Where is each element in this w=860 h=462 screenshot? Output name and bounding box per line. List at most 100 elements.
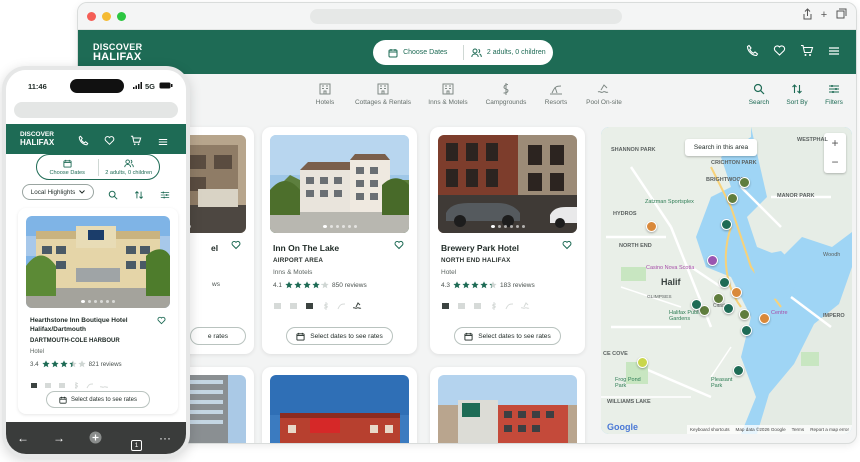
resort-amenity-icon xyxy=(505,297,514,310)
map-pin-icon[interactable] xyxy=(759,313,770,324)
menu-icon[interactable] xyxy=(828,44,842,58)
category-pool-onsite[interactable]: Pool On-site xyxy=(564,83,644,106)
tab-count: 1 xyxy=(131,440,142,451)
tab-overview-icon[interactable] xyxy=(834,8,848,22)
search-tool-button[interactable]: Search xyxy=(739,83,779,106)
map-pin-icon[interactable] xyxy=(691,299,702,310)
review-count[interactable]: 850 reviews xyxy=(332,282,367,289)
tab-count-button[interactable]: 1 xyxy=(124,431,142,451)
listing-photo[interactable] xyxy=(26,216,170,308)
select-dates-button-partial[interactable]: e rates xyxy=(190,327,246,345)
menu-icon[interactable] xyxy=(158,134,168,152)
heart-icon[interactable] xyxy=(157,316,166,325)
discover-halifax-logo[interactable]: DISCOVER HALIFAX xyxy=(93,42,142,63)
close-window-button[interactable] xyxy=(87,12,96,21)
new-tab-icon[interactable] xyxy=(88,431,102,445)
map-pin-icon[interactable] xyxy=(721,219,732,230)
battery-icon xyxy=(159,82,173,91)
dynamic-island xyxy=(70,79,124,93)
forward-arrow-icon[interactable]: → xyxy=(52,431,66,445)
cottage-amenity-icon xyxy=(457,297,466,309)
more-options-icon[interactable]: ··· xyxy=(158,431,172,445)
back-arrow-icon[interactable]: ← xyxy=(16,431,30,445)
phone-listing-card[interactable]: Hearthstone Inn Boutique Hotel Halifax/D… xyxy=(18,208,178,414)
map-pin-icon[interactable] xyxy=(719,277,730,288)
select-dates-button[interactable]: Select dates to see rates xyxy=(46,391,150,408)
select-dates-button[interactable]: Select dates to see rates xyxy=(286,327,393,345)
map-pin-icon[interactable] xyxy=(707,255,718,266)
choose-dates-button[interactable]: Choose Dates xyxy=(373,40,463,65)
listing-photo[interactable] xyxy=(270,135,409,233)
cart-icon[interactable] xyxy=(800,44,814,58)
listing-title[interactable]: Hearthstone Inn Boutique Hotel Halifax/D… xyxy=(30,316,154,334)
photo-carousel-dots[interactable] xyxy=(270,225,409,228)
map-label: NORTH END xyxy=(619,243,652,249)
sort-by-button[interactable]: Sort By xyxy=(777,83,817,106)
listing-rating: 3.4 821 reviews xyxy=(30,360,122,368)
listing-photo[interactable] xyxy=(438,135,577,233)
photo-carousel-dots[interactable] xyxy=(438,225,577,228)
guests-button[interactable]: 2 adults, 0 children xyxy=(99,158,160,176)
map-label: WESTPHAL xyxy=(797,137,828,143)
listing-photo[interactable] xyxy=(270,375,409,443)
listing-card-bottom-2[interactable] xyxy=(262,367,417,443)
heart-icon[interactable] xyxy=(773,44,787,58)
campground-amenity-icon xyxy=(321,297,330,310)
listing-card-brewery-park-hotel[interactable]: Brewery Park Hotel NORTH END HALIFAX Hot… xyxy=(430,127,585,354)
map-panel[interactable]: Search in this area + − SHANNON PARK CRI… xyxy=(601,127,852,434)
zoom-out-button[interactable]: − xyxy=(824,153,846,173)
map-pin-icon[interactable] xyxy=(713,293,724,304)
guests-button[interactable]: 2 adults, 0 children xyxy=(464,40,554,65)
keyboard-shortcuts-link[interactable]: Keyboard shortcuts xyxy=(690,427,730,432)
map-pin-icon[interactable] xyxy=(637,357,648,368)
listing-card-inn-on-the-lake[interactable]: Inn On The Lake AIRPORT AREA Inns & Mote… xyxy=(262,127,417,354)
map-label: HYDROS xyxy=(613,211,637,217)
listing-title[interactable]: Inn On The Lake xyxy=(273,243,339,253)
search-icon[interactable] xyxy=(108,187,118,205)
inn-amenity-icon xyxy=(473,297,482,309)
map-pin-icon[interactable] xyxy=(741,325,752,336)
map-pin-icon[interactable] xyxy=(731,287,742,298)
search-in-this-area-button[interactable]: Search in this area xyxy=(685,139,757,156)
heart-icon[interactable] xyxy=(231,240,241,250)
map-pin-icon[interactable] xyxy=(733,365,744,376)
signal-icon xyxy=(133,82,142,91)
map-pin-icon[interactable] xyxy=(723,303,734,314)
map-attribution: Keyboard shortcuts Map data ©2026 Google… xyxy=(686,425,852,434)
heart-icon[interactable] xyxy=(562,240,572,250)
phone-icon[interactable] xyxy=(78,133,89,151)
filters-icon[interactable] xyxy=(160,187,170,205)
discover-halifax-logo[interactable]: DISCOVER HALIFAX xyxy=(20,131,54,147)
choose-dates-button[interactable]: Choose Dates xyxy=(37,159,98,176)
star-rating xyxy=(42,360,86,368)
address-bar[interactable] xyxy=(310,9,622,24)
cart-icon[interactable] xyxy=(130,133,142,151)
select-dates-button[interactable]: Select dates to see rates xyxy=(454,327,561,345)
star-icon xyxy=(312,281,320,289)
map-pin-icon[interactable] xyxy=(739,177,750,188)
heart-icon[interactable] xyxy=(394,240,404,250)
map-pin-icon[interactable] xyxy=(727,193,738,204)
listing-title[interactable]: Brewery Park Hotel xyxy=(441,243,519,253)
review-count[interactable]: 821 reviews xyxy=(89,361,122,368)
zoom-in-button[interactable]: + xyxy=(824,133,846,153)
phone-icon[interactable] xyxy=(746,44,760,58)
listing-card-bottom-3[interactable] xyxy=(430,367,585,443)
map-pin-icon[interactable] xyxy=(739,309,750,320)
phone-address-bar[interactable] xyxy=(14,102,178,118)
sort-icon[interactable] xyxy=(134,187,144,205)
review-count[interactable]: 183 reviews xyxy=(500,282,535,289)
heart-icon[interactable] xyxy=(104,133,115,151)
minimize-window-button[interactable] xyxy=(102,12,111,21)
report-map-error-link[interactable]: Report a map error xyxy=(810,427,849,432)
local-highlights-dropdown[interactable]: Local Highlights xyxy=(22,184,94,200)
phone-search-pill: Choose Dates 2 adults, 0 children xyxy=(36,154,160,180)
new-tab-icon[interactable]: + xyxy=(817,8,831,22)
terms-link[interactable]: Terms xyxy=(792,427,805,432)
listing-photo[interactable] xyxy=(438,375,577,443)
maximize-window-button[interactable] xyxy=(117,12,126,21)
filters-button[interactable]: Filters xyxy=(814,83,854,106)
map-pin-icon[interactable] xyxy=(646,221,657,232)
photo-carousel-dots[interactable] xyxy=(26,300,170,303)
share-icon[interactable] xyxy=(800,8,814,22)
